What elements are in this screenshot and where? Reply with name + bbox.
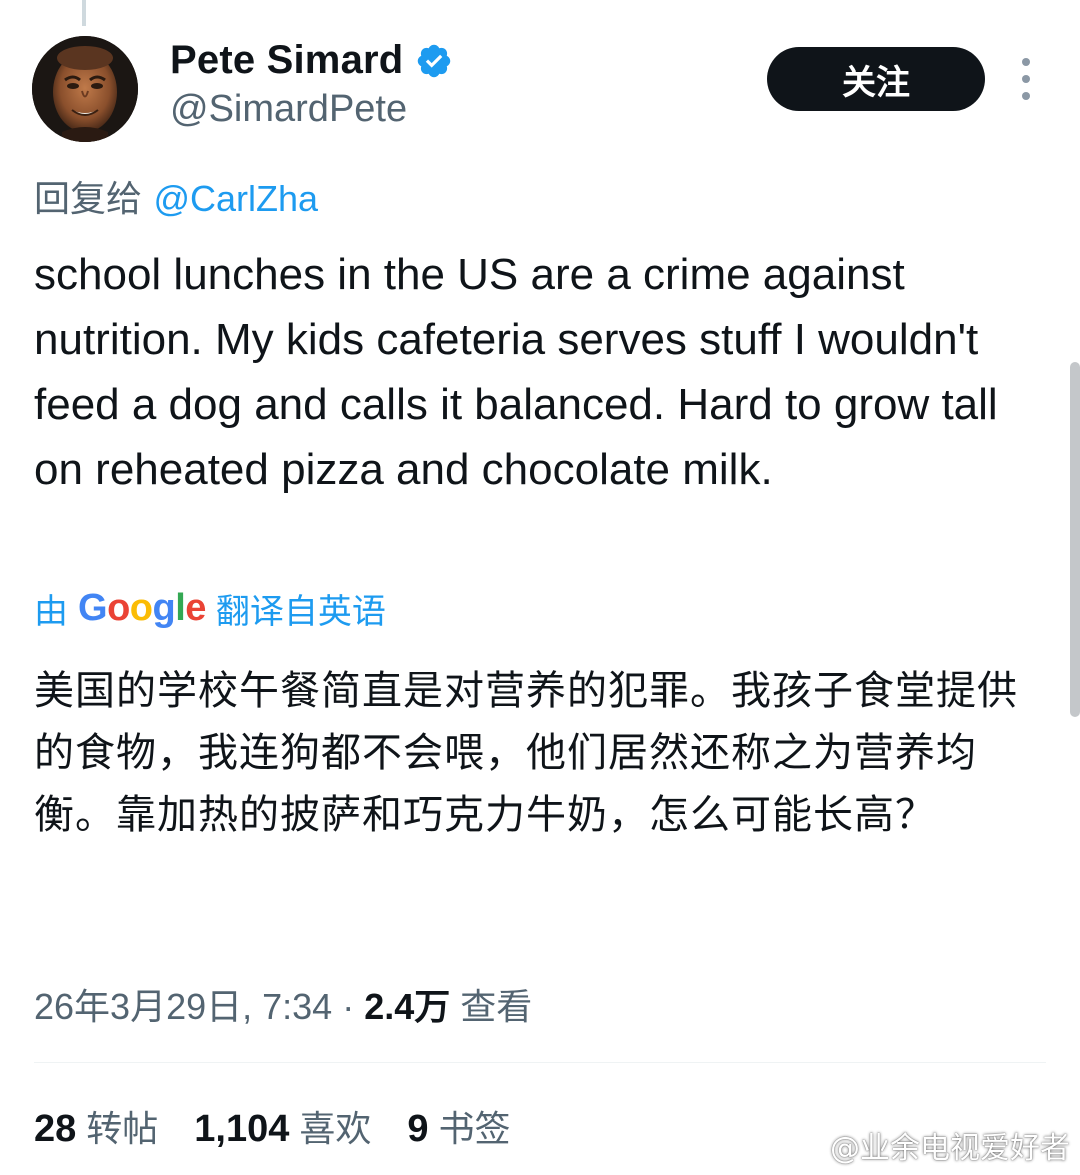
likes-stat[interactable]: 1,104 喜欢 xyxy=(194,1100,371,1152)
more-options-icon[interactable] xyxy=(1014,58,1038,100)
tweet-body-text: school lunches in the US are a crime aga… xyxy=(34,250,998,494)
more-dot xyxy=(1022,75,1030,83)
author-avatar[interactable] xyxy=(32,36,138,142)
avatar-image xyxy=(32,36,138,142)
views-label: 查看 xyxy=(460,987,533,1028)
thread-connector-line xyxy=(82,0,86,26)
tweet-meta-row: 26年3月29日, 7:34 · 2.4万 查看 xyxy=(34,978,532,1030)
bookmarks-label: 书签 xyxy=(438,1109,511,1150)
more-dot xyxy=(1022,92,1030,100)
author-display-name[interactable]: Pete Simard xyxy=(170,38,403,83)
translation-credit[interactable]: 由 Google 翻译自英语 xyxy=(34,584,386,633)
reposts-stat[interactable]: 28 转帖 xyxy=(34,1100,158,1152)
author-name-row[interactable]: Pete Simard xyxy=(170,38,453,83)
verified-badge-icon xyxy=(418,44,451,77)
scrollbar-thumb[interactable] xyxy=(1070,362,1080,717)
tweet-timestamp[interactable]: 26年3月29日, 7:34 xyxy=(34,978,332,1030)
likes-count: 1,104 xyxy=(194,1108,290,1150)
tweet-detail-page: Pete Simard @SimardPete 关注 回复给 @CarlZha … xyxy=(0,0,1080,1175)
author-handle[interactable]: @SimardPete xyxy=(170,88,407,131)
google-logo: Google xyxy=(78,587,206,629)
likes-label: 喜欢 xyxy=(299,1109,372,1150)
more-dot xyxy=(1022,58,1030,66)
reply-to-mention-link[interactable]: @CarlZha xyxy=(153,178,318,219)
watermark-text: @业余电视爱好者 xyxy=(830,1131,1070,1166)
engagement-stats-row: 28 转帖 1,104 喜欢 9 书签 xyxy=(34,1100,547,1152)
bookmarks-count: 9 xyxy=(407,1108,429,1150)
meta-separator: · xyxy=(342,986,355,1027)
bookmarks-stat[interactable]: 9 书签 xyxy=(407,1100,510,1152)
translation-suffix: 翻译自英语 xyxy=(215,592,386,632)
reply-to-line: 回复给 @CarlZha xyxy=(34,170,318,222)
reposts-label: 转帖 xyxy=(86,1109,159,1150)
stats-divider xyxy=(34,1062,1046,1063)
weibo-logo-icon xyxy=(787,1132,822,1160)
reposts-count: 28 xyxy=(34,1108,77,1150)
follow-button[interactable]: 关注 xyxy=(767,47,985,111)
views-count: 2.4万 xyxy=(364,986,451,1027)
reply-to-prefix: 回复给 xyxy=(34,179,143,220)
translation-prefix: 由 xyxy=(34,592,68,632)
translated-body-text: 美国的学校午餐简直是对营养的犯罪。我孩子食堂提供的食物，我连狗都不会喂，他们居然… xyxy=(34,668,1018,838)
watermark: @业余电视爱好者 xyxy=(786,1123,1070,1167)
